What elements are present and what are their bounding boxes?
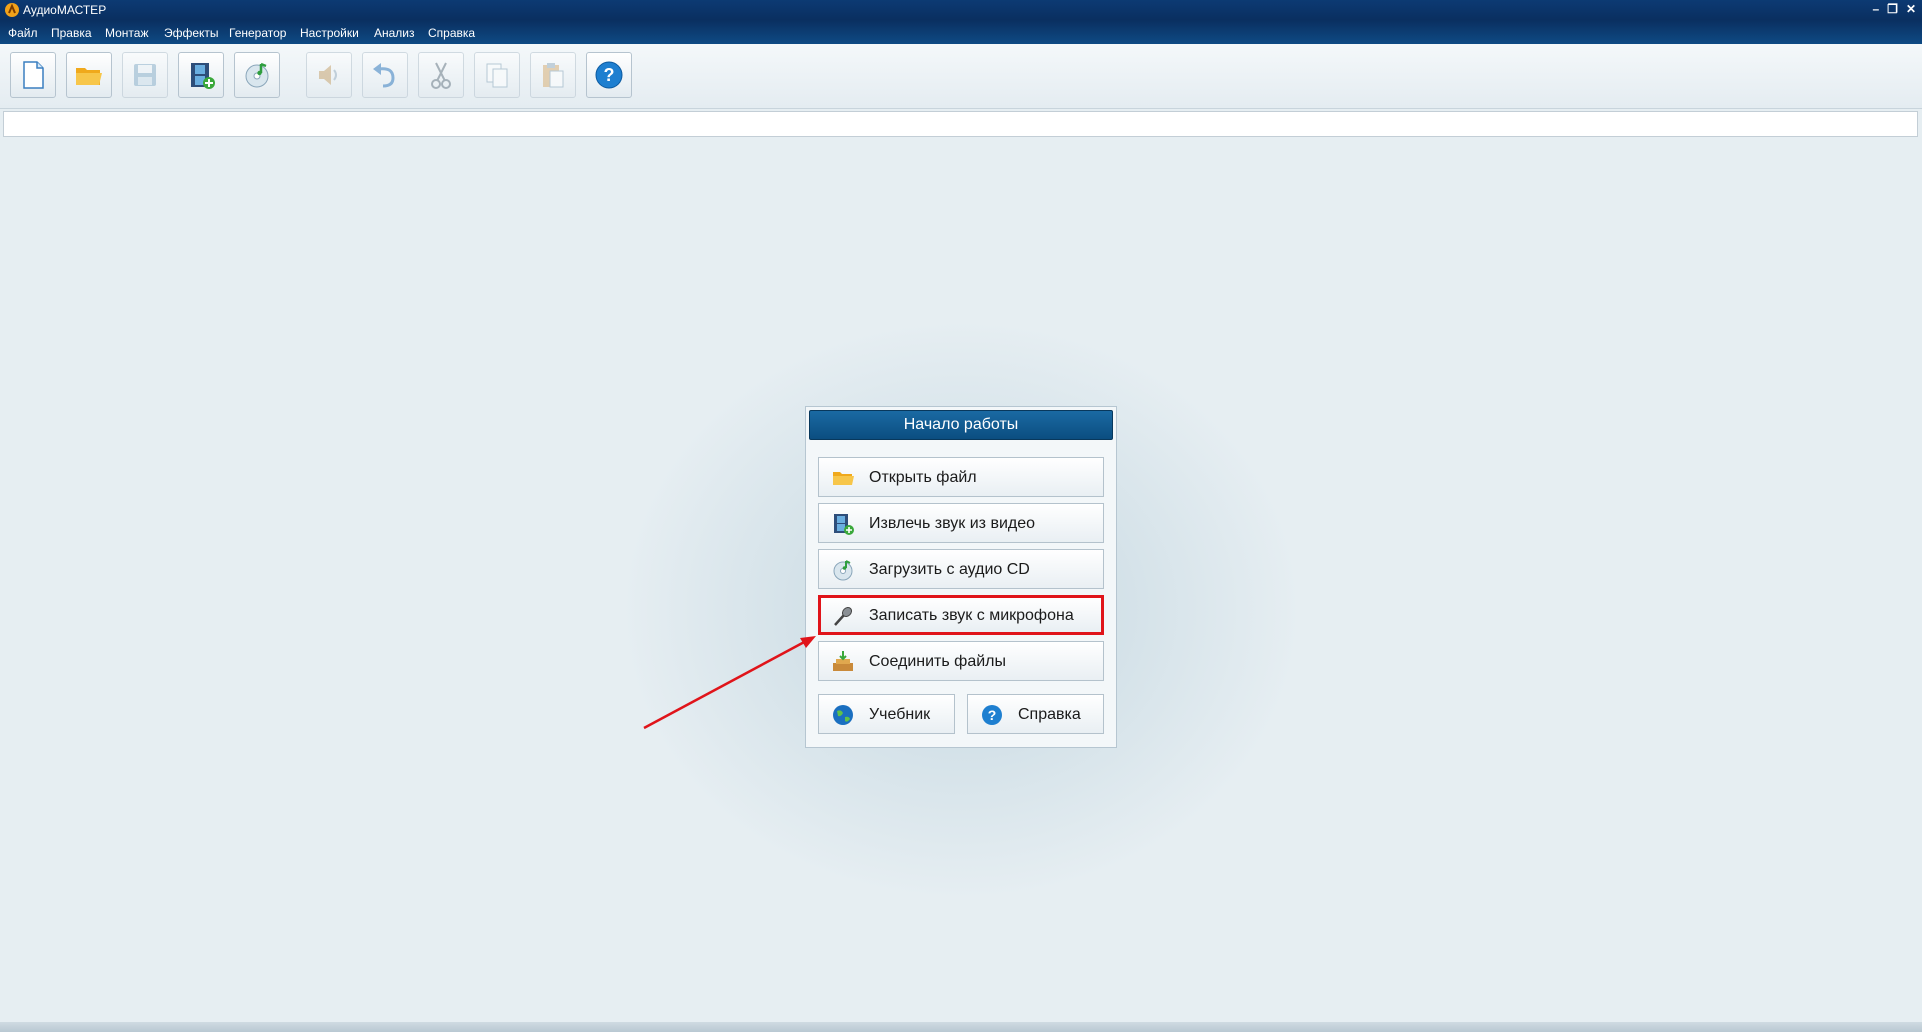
start-panel-title: Начало работы — [809, 410, 1113, 440]
record-microphone-panel-button[interactable]: Записать звук с микрофона — [818, 595, 1104, 635]
copy-icon — [486, 63, 508, 88]
menu-effects[interactable]: Эффекты — [164, 26, 219, 40]
help-panel-button[interactable]: ? Справка — [967, 694, 1104, 734]
cut-button[interactable] — [418, 52, 464, 98]
start-panel: Начало работы Открыть файл Извлечь звук … — [805, 406, 1117, 748]
help-panel-label: Справка — [1018, 706, 1081, 723]
undo-icon — [373, 63, 395, 88]
window-title: АудиоМАСТЕР — [23, 3, 107, 17]
menu-file[interactable]: Файл — [8, 26, 38, 40]
new-file-button[interactable] — [10, 52, 56, 98]
extract-video-panel-button[interactable]: Извлечь звук из видео — [818, 503, 1104, 543]
menu-montage[interactable]: Монтаж — [105, 26, 149, 40]
cut-icon — [431, 62, 451, 89]
help-icon: ? — [982, 705, 1002, 725]
close-button[interactable]: ✕ — [1906, 2, 1916, 16]
join-files-panel-button[interactable]: Соединить файлы — [818, 641, 1104, 681]
join-files-label: Соединить файлы — [869, 653, 1006, 670]
menu-analysis[interactable]: Анализ — [374, 26, 415, 40]
menu-bar: Файл Правка Монтаж Эффекты Генератор Нас… — [0, 20, 1922, 44]
audio-cd-icon — [245, 62, 269, 88]
load-cd-label: Загрузить с аудио CD — [869, 561, 1030, 578]
extract-video-label: Извлечь звук из видео — [869, 515, 1036, 532]
path-field[interactable] — [3, 111, 1918, 137]
video-icon — [834, 514, 854, 535]
open-file-button[interactable] — [66, 52, 112, 98]
cd-icon — [833, 560, 853, 581]
app-logo-icon — [5, 3, 19, 17]
join-files-icon — [833, 651, 853, 671]
save-button[interactable] — [122, 52, 168, 98]
video-add-icon — [191, 63, 215, 89]
paste-icon — [543, 63, 564, 88]
toolbar: ? — [0, 44, 1922, 109]
menu-generator[interactable]: Генератор — [229, 26, 286, 40]
load-cd-panel-button[interactable]: Загрузить с аудио CD — [818, 549, 1104, 589]
restore-button[interactable]: ❐ — [1887, 2, 1898, 16]
extract-from-video-button[interactable] — [178, 52, 224, 98]
help-icon: ? — [595, 61, 623, 89]
svg-text:?: ? — [988, 707, 997, 723]
open-file-label: Открыть файл — [869, 469, 977, 486]
open-file-panel-button[interactable]: Открыть файл — [818, 457, 1104, 497]
paste-button[interactable] — [530, 52, 576, 98]
menu-settings[interactable]: Настройки — [300, 26, 359, 40]
menu-edit[interactable]: Правка — [51, 26, 92, 40]
copy-button[interactable] — [474, 52, 520, 98]
tutorial-label: Учебник — [869, 706, 931, 723]
open-folder-icon — [76, 68, 102, 85]
microphone-icon — [834, 606, 853, 626]
help-button[interactable]: ? — [586, 52, 632, 98]
svg-text:?: ? — [604, 65, 615, 85]
save-icon — [134, 64, 156, 86]
globe-icon — [833, 705, 853, 725]
title-bar: АудиоМАСТЕР – ❐ ✕ — [0, 0, 1922, 20]
speaker-button[interactable] — [306, 52, 352, 98]
folder-icon — [833, 472, 854, 485]
load-audio-cd-button[interactable] — [234, 52, 280, 98]
tutorial-button[interactable]: Учебник — [818, 694, 955, 734]
undo-button[interactable] — [362, 52, 408, 98]
new-file-icon — [23, 61, 44, 89]
minimize-button[interactable]: – — [1872, 2, 1879, 16]
menu-help[interactable]: Справка — [428, 26, 475, 40]
status-bar — [0, 1022, 1922, 1032]
speaker-icon — [319, 65, 337, 85]
record-microphone-label: Записать звук с микрофона — [869, 607, 1074, 624]
